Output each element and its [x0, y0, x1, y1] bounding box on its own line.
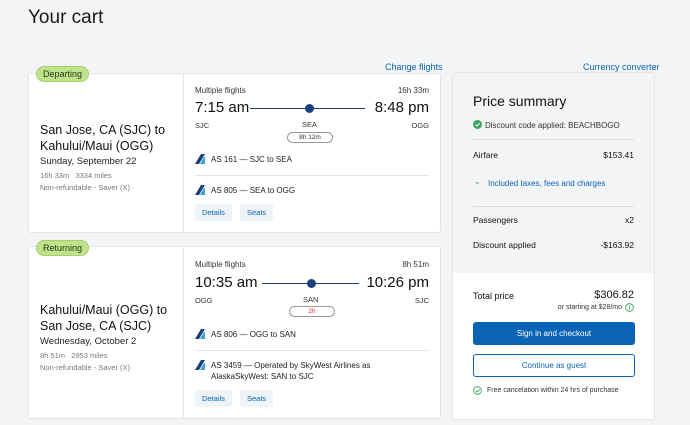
departing-date: Sunday, September 22	[40, 156, 137, 167]
returning-seats-button[interactable]: Seats	[240, 390, 274, 407]
check-circle-icon	[473, 386, 482, 395]
departing-layover: 8h 12m	[287, 132, 333, 143]
departing-segment-1: AS 161 — SJC to SEA	[211, 155, 292, 164]
departing-segment-2: AS 805 — SEA to OGG	[211, 186, 296, 195]
returning-date: Wednesday, October 2	[40, 336, 137, 347]
returning-flight-card: Kahului/Maui (OGG) to San Jose, CA (SJC)…	[28, 246, 441, 419]
alaska-airlines-icon	[195, 329, 205, 339]
free-cancellation-text: Free cancelation within 24 hrs of purcha…	[487, 387, 619, 394]
discount-value: -$163.92	[600, 240, 634, 250]
returning-stop: SAN	[303, 295, 319, 304]
alaska-airlines-icon	[195, 154, 205, 164]
departing-route: San Jose, CA (SJC) to Kahului/Maui (OGG)	[40, 123, 166, 153]
passengers-value: x2	[625, 215, 634, 225]
discount-label: Discount applied	[473, 240, 536, 250]
returning-segment-2: AS 3459 — Operated by SkyWest Airlines a…	[211, 361, 371, 381]
total-price-value: $306.82	[594, 289, 634, 301]
returning-details: Multiple flights 8h 51m 10:35 am 10:26 p…	[184, 247, 440, 418]
returning-multiple-flights: Multiple flights	[195, 260, 246, 269]
returning-details-button[interactable]: Details	[195, 390, 232, 407]
summary-divider	[473, 206, 634, 207]
change-flights-link[interactable]: Change flights	[385, 62, 443, 72]
airfare-label: Airfare	[473, 150, 499, 160]
price-summary-title: Price summary	[473, 93, 567, 109]
departing-stop: SEA	[302, 120, 318, 129]
returning-arrive-time: 10:26 pm	[366, 274, 429, 291]
returning-badge: Returning	[36, 240, 90, 256]
departing-origin: SJC	[195, 121, 210, 130]
summary-divider	[473, 139, 634, 140]
taxes-fees-link[interactable]: Included taxes, fees and charges	[488, 179, 605, 188]
price-summary-card: Price summary Discount code applied: BEA…	[452, 72, 655, 420]
returning-origin: OGG	[195, 296, 213, 305]
discount-badge-icon	[473, 120, 482, 129]
departing-destination: OGG	[411, 121, 429, 130]
departing-total-duration: 16h 33m	[397, 86, 429, 95]
info-icon[interactable]	[625, 303, 634, 312]
segment-divider	[195, 350, 429, 351]
departing-stop-dot	[305, 104, 314, 113]
segment-divider	[195, 175, 429, 176]
chevron-down-icon[interactable]: ⌄	[474, 177, 481, 186]
returning-duration-miles: 8h 51m 2953 miles	[40, 351, 108, 360]
returning-destination: SJC	[414, 296, 429, 305]
returning-total-duration: 8h 51m	[402, 260, 429, 269]
departing-seats-button[interactable]: Seats	[240, 204, 274, 221]
departing-duration-miles: 16h 33m 3334 miles	[40, 171, 112, 180]
sign-in-checkout-button[interactable]: Sign in and checkout	[473, 322, 635, 345]
discount-code-text: Discount code applied: BEACHBOGO	[485, 121, 620, 130]
continue-as-guest-button[interactable]: Continue as guest	[473, 354, 635, 377]
alaska-airlines-icon	[195, 185, 205, 195]
departing-badge: Departing	[36, 66, 90, 82]
passengers-label: Passengers	[473, 215, 518, 225]
departing-fare: Non-refundable - Saver (X)	[40, 183, 131, 192]
returning-route: Kahului/Maui (OGG) to San Jose, CA (SJC)	[40, 303, 168, 333]
departing-multiple-flights: Multiple flights	[195, 86, 246, 95]
departing-arrive-time: 8:48 pm	[374, 99, 429, 116]
total-price-label: Total price	[473, 291, 515, 301]
returning-stop-dot	[307, 279, 316, 288]
departing-details: Multiple flights 16h 33m 7:15 am 8:48 pm…	[184, 74, 440, 232]
currency-converter-link[interactable]: Currency converter	[583, 62, 660, 72]
returning-fare: Non-refundable - Saver (X)	[40, 363, 131, 372]
airfare-value: $153.41	[603, 150, 634, 160]
page-title: Your cart	[28, 7, 104, 28]
departing-time: 7:15 am	[195, 99, 250, 116]
returning-segment-1: AS 806 — OGG to SAN	[211, 330, 296, 339]
alaska-airlines-icon	[195, 360, 205, 370]
departing-flight-card: San Jose, CA (SJC) to Kahului/Maui (OGG)…	[28, 73, 441, 233]
returning-time: 10:35 am	[195, 274, 258, 291]
monthly-price: or starting at $28/mo	[557, 304, 622, 311]
departing-summary: San Jose, CA (SJC) to Kahului/Maui (OGG)…	[29, 74, 184, 232]
departing-details-button[interactable]: Details	[195, 204, 232, 221]
returning-summary: Kahului/Maui (OGG) to San Jose, CA (SJC)…	[29, 247, 184, 418]
returning-layover: 2h	[289, 306, 335, 317]
